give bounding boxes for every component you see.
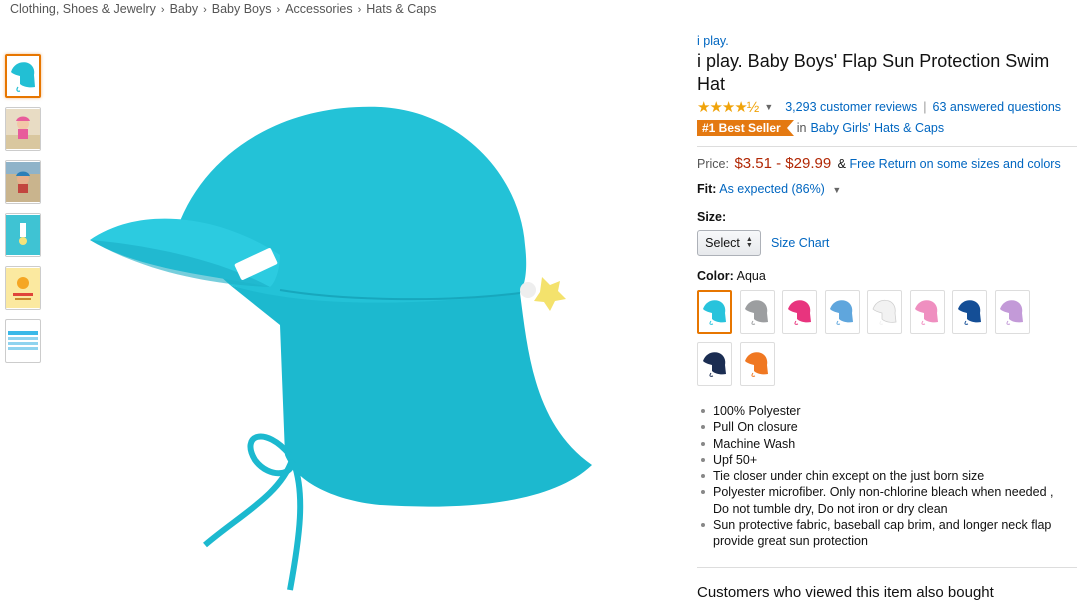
breadcrumb: Clothing, Shoes & Jewelry › Baby › Baby Boys… xyxy=(10,2,436,16)
fit-row: Fit: As expected (86%) ▼ xyxy=(697,182,1077,196)
breadcrumb-separator: › xyxy=(276,4,281,16)
best-seller-category-link[interactable]: Baby Girls' Hats & Caps xyxy=(810,121,944,135)
hat-tag-photo-icon xyxy=(6,215,40,255)
also-bought-heading: Customers who viewed this item also boug… xyxy=(697,583,994,601)
breadcrumb-separator: › xyxy=(203,4,207,16)
thumbnail-5[interactable] xyxy=(5,266,41,310)
product-title: i play. Baby Boys' Flap Sun Protection S… xyxy=(697,51,1050,94)
brand-link[interactable]: i play. xyxy=(697,33,1077,49)
baby-beach-photo-icon xyxy=(6,109,40,149)
star-rating-icon[interactable]: ★★★★½ xyxy=(697,98,759,116)
color-swatch[interactable] xyxy=(867,290,902,334)
customer-reviews-link[interactable]: 3,293 customer reviews xyxy=(785,100,917,114)
caret-down-icon[interactable]: ▼ xyxy=(832,185,841,195)
color-label: Color: xyxy=(697,269,734,283)
hat-swatch-icon xyxy=(745,300,768,325)
color-value: Aqua xyxy=(736,269,766,283)
best-seller-row: #1 Best Seller in Baby Girls' Hats & Cap… xyxy=(697,120,1077,136)
breadcrumb-separator: › xyxy=(357,4,362,16)
hat-swatch-icon xyxy=(745,352,768,377)
feature-bullet: Sun protective fabric, baseball cap brim… xyxy=(697,517,1069,550)
hat-swatch-icon xyxy=(1000,300,1023,325)
thumbnail-3[interactable] xyxy=(5,160,41,204)
answered-questions-link[interactable]: 63 answered questions xyxy=(933,100,1062,114)
color-swatch[interactable] xyxy=(952,290,987,334)
sun-hat-image xyxy=(90,106,592,591)
fit-label: Fit: xyxy=(697,182,717,196)
sun-info-photo-icon xyxy=(6,268,40,308)
size-label: Size: xyxy=(697,210,727,224)
color-swatch[interactable] xyxy=(994,290,1030,334)
fit-value-link[interactable]: As expected (86%) xyxy=(719,182,825,196)
feature-bullet: Polyester microfiber. Only non-chlorine … xyxy=(697,484,1069,517)
best-seller-in: in xyxy=(796,121,807,135)
color-swatch[interactable] xyxy=(697,342,732,386)
size-select-label: Select xyxy=(705,236,740,250)
size-select[interactable]: Select ▲ ▼ xyxy=(697,230,761,256)
size-row: Select ▲ ▼ Size Chart xyxy=(697,230,1077,256)
breadcrumb-item[interactable]: Baby xyxy=(170,2,199,16)
thumbnail-6[interactable] xyxy=(5,319,41,363)
rating-row: ★★★★½ ▼ 3,293 customer reviews | 63 answ… xyxy=(697,98,1077,116)
color-swatch[interactable] xyxy=(739,342,775,386)
feature-bullet: Tie closer under chin except on the just… xyxy=(697,468,1069,484)
breadcrumb-item[interactable]: Clothing, Shoes & Jewelry xyxy=(10,2,156,16)
color-swatch[interactable] xyxy=(782,290,817,334)
caret-down-icon[interactable]: ▼ xyxy=(764,102,773,112)
price-label: Price: xyxy=(697,157,729,171)
color-swatch[interactable] xyxy=(824,290,860,334)
product-details: i play. i play. Baby Boys' Flap Sun Prot… xyxy=(697,33,1077,601)
hat-swatch-icon xyxy=(872,299,896,325)
hat-swatch-icon xyxy=(787,300,811,325)
hat-swatch-icon xyxy=(915,300,938,325)
color-swatch[interactable] xyxy=(739,290,775,334)
thumbnail-1[interactable] xyxy=(5,54,41,98)
hat-thumbnail-icon xyxy=(11,62,35,92)
breadcrumb-item[interactable]: Hats & Caps xyxy=(366,2,436,16)
feature-bullet: Pull On closure xyxy=(697,419,1069,435)
divider xyxy=(697,566,1077,568)
price-row: Price: $3.51 - $29.99 & Free Return on s… xyxy=(697,155,1077,172)
breadcrumb-separator: › xyxy=(160,4,165,16)
color-swatch[interactable] xyxy=(697,290,732,334)
feature-bullet: 100% Polyester xyxy=(697,403,1069,419)
hat-swatch-icon xyxy=(702,352,726,377)
free-return-link[interactable]: Free Return on some sizes and colors xyxy=(850,157,1061,171)
thumbnail-strip xyxy=(5,54,41,372)
thumbnail-2[interactable] xyxy=(5,107,41,151)
color-row: Color: Aqua xyxy=(697,269,1077,283)
color-swatch[interactable] xyxy=(909,290,945,334)
size-chart-link[interactable]: Size Chart xyxy=(771,236,829,250)
feature-bullet: Upf 50+ xyxy=(697,452,1069,468)
breadcrumb-item[interactable]: Baby Boys xyxy=(212,2,272,16)
baby-sand-photo-icon xyxy=(6,162,40,202)
hat-swatch-icon xyxy=(702,300,726,325)
separator: | xyxy=(923,100,927,114)
hat-swatch-icon xyxy=(830,300,853,325)
feature-bullets: 100% Polyester Pull On closure Machine Was… xyxy=(697,403,1077,550)
feature-bullet: Machine Wash xyxy=(697,436,1069,452)
color-swatches xyxy=(697,290,1077,394)
best-seller-badge[interactable]: #1 Best Seller xyxy=(697,120,794,136)
size-chart-photo-icon xyxy=(6,321,40,361)
price-value: $3.51 - $29.99 xyxy=(734,155,832,172)
breadcrumb-item[interactable]: Accessories xyxy=(285,2,352,16)
divider xyxy=(697,146,1077,147)
select-arrows-icon: ▲ ▼ xyxy=(745,236,753,249)
main-product-image[interactable] xyxy=(80,95,600,605)
thumbnail-4[interactable] xyxy=(5,213,41,257)
hat-swatch-icon xyxy=(957,300,981,325)
price-ampersand: & xyxy=(837,157,847,171)
